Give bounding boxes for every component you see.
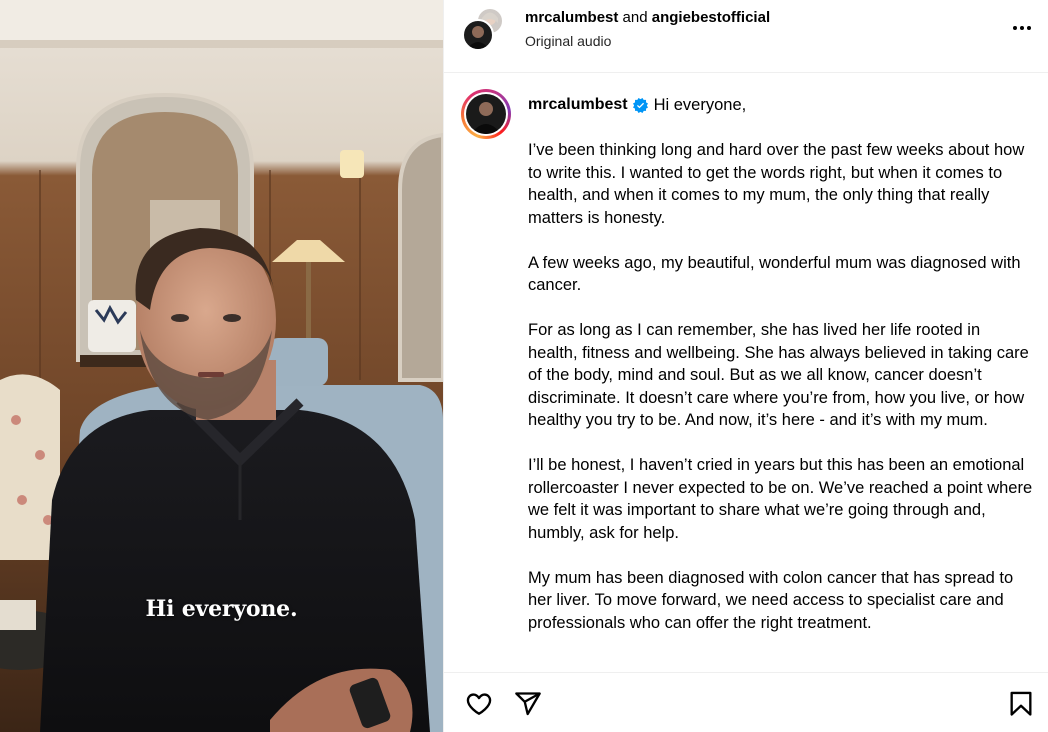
post-caption: mrcalumbest Hi everyone, I’ve been think… <box>528 94 1033 634</box>
caption-paragraph: My mum has been diagnosed with colon can… <box>528 568 1014 632</box>
send-icon[interactable] <box>514 690 542 718</box>
more-options-icon[interactable] <box>1007 15 1037 41</box>
reel-video[interactable]: Hi everyone. <box>0 0 443 732</box>
caption-greeting: Hi everyone, <box>653 96 747 114</box>
caption-paragraph: A few weeks ago, my beautiful, wonderful… <box>528 253 1021 295</box>
video-frame <box>0 0 443 732</box>
post-authors: mrcalumbest and angiebestofficial <box>525 8 770 28</box>
post-sidebar: mrcalumbest and angiebestofficial Origin… <box>443 0 1048 732</box>
caption-paragraph: I’ll be honest, I haven’t cried in years… <box>528 456 1033 542</box>
story-ring-avatar[interactable] <box>461 89 511 139</box>
post-actions-bar <box>444 672 1048 732</box>
authors-joiner: and <box>622 9 648 26</box>
instagram-post-view: Hi everyone. mrcalumbest and angiebestof… <box>0 0 1048 732</box>
post-header: mrcalumbest and angiebestofficial Origin… <box>444 0 1048 73</box>
heart-icon[interactable] <box>465 690 493 718</box>
collaborator-link[interactable]: angiebestofficial <box>652 9 770 26</box>
caption-username[interactable]: mrcalumbest <box>528 94 628 117</box>
caption-paragraph: I’ve been thinking long and hard over th… <box>528 141 1025 227</box>
video-subtitle: Hi everyone. <box>145 596 298 622</box>
verified-badge-icon <box>632 97 648 113</box>
caption-paragraph: For as long as I can remember, she has l… <box>528 321 1029 429</box>
author-link[interactable]: mrcalumbest <box>525 9 618 26</box>
avatar-mrcalumbest[interactable] <box>462 19 494 51</box>
bookmark-icon[interactable] <box>1007 690 1035 718</box>
post-caption-area[interactable]: mrcalumbest Hi everyone, I’ve been think… <box>444 74 1048 672</box>
avatar <box>466 94 506 134</box>
collab-avatars[interactable] <box>462 7 506 51</box>
audio-link[interactable]: Original audio <box>525 31 611 51</box>
